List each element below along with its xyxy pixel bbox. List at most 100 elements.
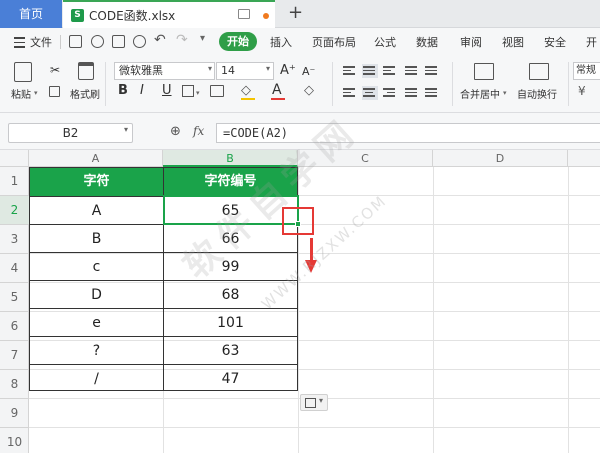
indent-increase-icon[interactable] xyxy=(424,64,440,78)
table-cell-char[interactable]: B xyxy=(30,224,164,253)
merge-center-button[interactable]: 合并居中 xyxy=(460,86,500,101)
row-header-3[interactable]: 3 xyxy=(0,225,29,254)
font-color-icon[interactable]: A xyxy=(272,82,282,98)
row-header-5[interactable]: 5 xyxy=(0,283,29,312)
row-header-4[interactable]: 4 xyxy=(0,254,29,283)
fill-color-swatch xyxy=(241,98,255,100)
row-header-1[interactable]: 1 xyxy=(0,167,29,196)
fill-style-icon[interactable] xyxy=(210,85,224,97)
wrap-text-icon[interactable] xyxy=(529,63,549,80)
ribbon: 粘贴 ▾ ✂ 格式刷 微软雅黑 ▾ 14 ▾ A⁺ A⁻ B I U ▾ ◇ A… xyxy=(0,56,600,113)
underline-button[interactable]: U xyxy=(162,83,172,99)
print-preview-icon[interactable] xyxy=(133,35,146,48)
font-name-dropdown-icon[interactable]: ▾ xyxy=(208,64,212,73)
menu-file[interactable]: 文件 xyxy=(30,34,52,50)
column-header-d[interactable]: D xyxy=(433,150,568,167)
align-middle-icon[interactable] xyxy=(362,64,378,78)
new-tab-plus-icon[interactable]: + xyxy=(288,2,303,23)
row-header-7[interactable]: 7 xyxy=(0,341,29,370)
tab-start[interactable]: 开始 xyxy=(219,32,257,51)
table-cell-code[interactable]: 47 xyxy=(164,364,297,390)
tab-review[interactable]: 审阅 xyxy=(460,34,482,50)
merge-dropdown-icon[interactable]: ▾ xyxy=(503,89,507,97)
save-icon[interactable] xyxy=(69,35,82,48)
border-icon[interactable] xyxy=(182,85,194,97)
table-cell-char[interactable]: c xyxy=(30,252,164,281)
align-justify-icon[interactable] xyxy=(404,86,420,100)
name-box-dropdown-icon[interactable]: ▾ xyxy=(124,125,128,134)
table-cell-char[interactable]: A xyxy=(30,196,164,225)
paste-button[interactable]: 粘贴 xyxy=(11,86,31,101)
unsaved-dot-icon xyxy=(263,13,269,19)
format-painter-icon[interactable] xyxy=(78,62,94,80)
auto-fill-options-icon xyxy=(305,398,316,408)
formula-input[interactable]: =CODE(A2) xyxy=(216,123,600,143)
clear-format-icon[interactable]: ◇ xyxy=(304,83,314,98)
table-cell-char[interactable]: / xyxy=(30,364,164,390)
tab-insert[interactable]: 插入 xyxy=(270,34,292,50)
undo-icon[interactable]: ↶ xyxy=(154,32,166,48)
align-bottom-icon[interactable] xyxy=(382,64,398,78)
export-icon[interactable] xyxy=(91,35,104,48)
column-header-a[interactable]: A xyxy=(29,150,163,167)
tab-formula[interactable]: 公式 xyxy=(374,34,396,50)
home-tab[interactable]: 首页 xyxy=(0,0,62,28)
bold-button[interactable]: B xyxy=(118,83,128,99)
grid-line xyxy=(433,167,434,453)
align-center-icon[interactable] xyxy=(362,86,378,100)
number-format-select[interactable]: 常规 xyxy=(573,62,600,80)
tab-security[interactable]: 安全 xyxy=(544,34,566,50)
auto-fill-options-button[interactable]: ▾ xyxy=(300,394,328,411)
table-cell-char[interactable]: ? xyxy=(30,336,164,365)
row-header-8[interactable]: 8 xyxy=(0,370,29,399)
table-header-char[interactable]: 字符 xyxy=(30,168,164,197)
zoom-function-icon[interactable]: ⊕ xyxy=(170,124,181,139)
distributed-align-icon[interactable] xyxy=(424,86,440,100)
align-top-icon[interactable] xyxy=(342,64,358,78)
align-left-icon[interactable] xyxy=(342,86,358,100)
table-cell-code[interactable]: 63 xyxy=(164,336,297,365)
wrap-text-button[interactable]: 自动换行 xyxy=(517,86,557,101)
monitor-icon[interactable] xyxy=(238,9,250,19)
format-painter-button[interactable]: 格式刷 xyxy=(70,86,100,101)
merge-center-icon[interactable] xyxy=(474,63,494,80)
font-name-select[interactable]: 微软雅黑 xyxy=(114,62,215,80)
copy-icon[interactable] xyxy=(49,86,60,97)
currency-format-icon[interactable]: ¥ xyxy=(578,84,586,98)
grid-line xyxy=(29,427,600,428)
tab-view[interactable]: 视图 xyxy=(502,34,524,50)
document-tab[interactable]: S CODE函数.xlsx xyxy=(63,0,275,28)
document-tab-title: CODE函数.xlsx xyxy=(89,9,176,23)
tab-developer[interactable]: 开 xyxy=(586,34,597,50)
grid-line xyxy=(568,167,569,453)
font-shrink-button[interactable]: A⁻ xyxy=(302,64,315,80)
tab-page-layout[interactable]: 页面布局 xyxy=(312,34,356,50)
italic-button[interactable]: I xyxy=(140,83,144,99)
row-header-6[interactable]: 6 xyxy=(0,312,29,341)
indent-decrease-icon[interactable] xyxy=(404,64,420,78)
table-cell-char[interactable]: e xyxy=(30,308,164,337)
spreadsheet-app: 首页 S CODE函数.xlsx + 文件 ↶ ↷ ▾ 开始 插入 页面布局 公… xyxy=(0,0,600,453)
menu-divider xyxy=(60,35,61,49)
table-cell-code[interactable]: 101 xyxy=(164,308,297,337)
select-all-corner[interactable] xyxy=(0,150,29,167)
align-right-icon[interactable] xyxy=(382,86,398,100)
tab-data[interactable]: 数据 xyxy=(416,34,438,50)
clipboard-icon[interactable] xyxy=(14,62,32,82)
font-size-dropdown-icon[interactable]: ▾ xyxy=(266,64,270,73)
hamburger-icon[interactable] xyxy=(14,37,25,48)
border-dropdown-icon[interactable]: ▾ xyxy=(196,89,200,97)
paste-dropdown-icon[interactable]: ▾ xyxy=(34,89,38,97)
redo-icon[interactable]: ↷ xyxy=(176,32,188,48)
insert-function-button[interactable]: fx xyxy=(193,124,204,138)
row-header-2[interactable]: 2 xyxy=(0,196,29,225)
font-grow-button[interactable]: A⁺ xyxy=(280,63,296,79)
quick-access-dropdown-icon[interactable]: ▾ xyxy=(200,33,205,44)
row-header-9[interactable]: 9 xyxy=(0,399,29,428)
print-icon[interactable] xyxy=(112,35,125,48)
fill-color-icon[interactable]: ◇ xyxy=(241,83,251,98)
name-box[interactable]: B2 xyxy=(8,123,133,143)
row-header-10[interactable]: 10 xyxy=(0,428,29,453)
table-cell-char[interactable]: D xyxy=(30,280,164,309)
cut-icon[interactable]: ✂ xyxy=(48,62,62,78)
